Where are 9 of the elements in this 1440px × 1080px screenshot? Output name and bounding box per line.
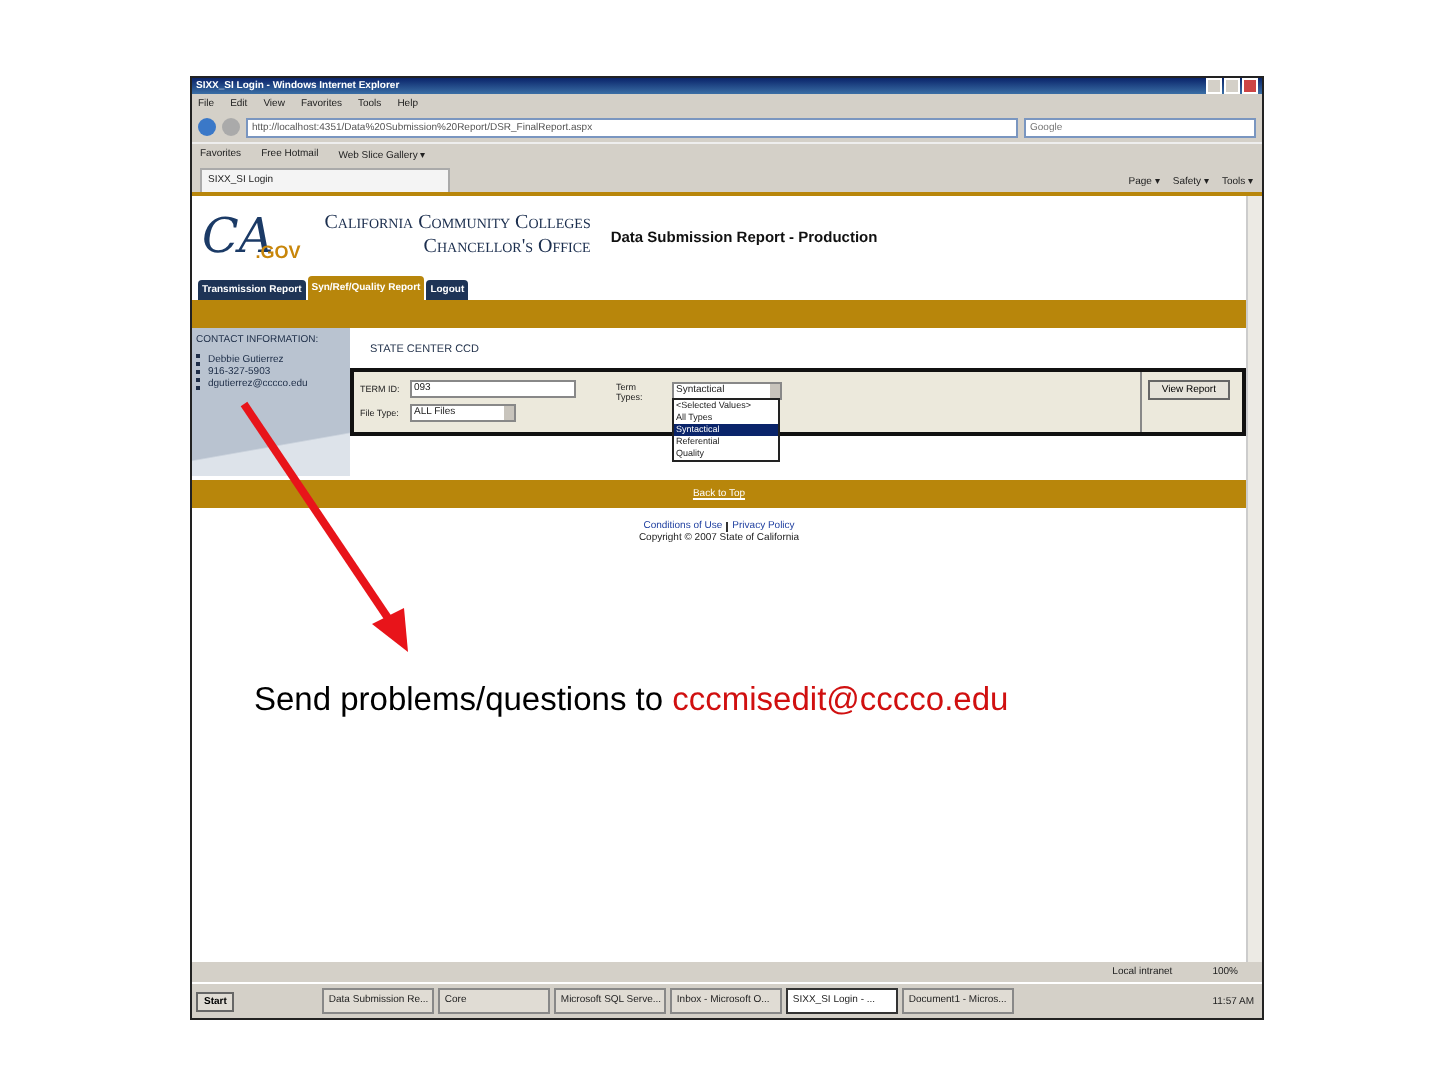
minimize-button[interactable] — [1206, 78, 1222, 94]
annotation-text: Send problems/questions to cccmisedit@cccco.edu — [254, 682, 1009, 720]
org-name: California Community Colleges — [324, 212, 591, 236]
org-name: Chancellor's Office — [423, 236, 591, 260]
logo: CA.GOV — [202, 210, 303, 262]
forward-button[interactable] — [222, 118, 240, 136]
back-button[interactable] — [198, 118, 216, 136]
close-button[interactable] — [1242, 78, 1258, 94]
email-link[interactable]: cccmisedit@cccco.edu — [672, 682, 1009, 718]
